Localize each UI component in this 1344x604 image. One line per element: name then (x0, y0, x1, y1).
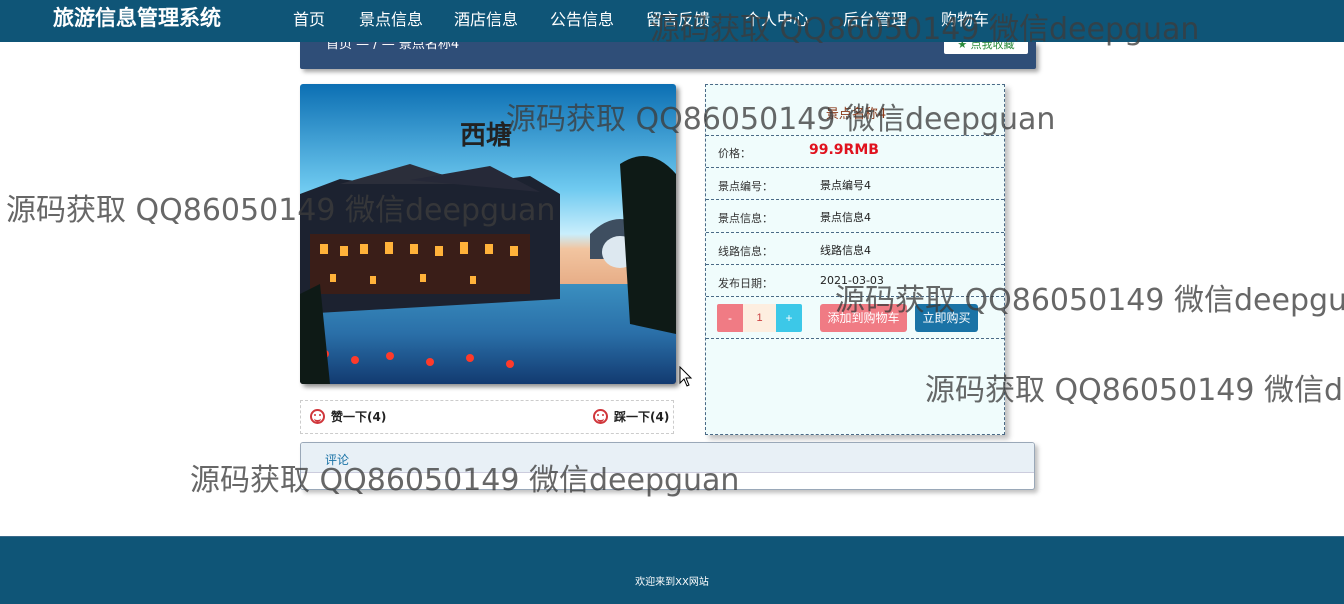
top-nav: 旅游信息管理系统 首页 景点信息 酒店信息 公告信息 留言反馈 个人中心 后台管… (0, 0, 1344, 42)
dislike-label: 踩一下(4) (614, 410, 670, 424)
quantity-increment-button[interactable]: + (776, 304, 802, 332)
like-label: 赞一下(4) (331, 410, 387, 424)
price-value: 99.9RMB (809, 142, 879, 158)
attraction-photo: 西塘 (300, 84, 676, 384)
nav-item-notices[interactable]: 公告信息 (550, 6, 614, 30)
nav-item-admin[interactable]: 后台管理 (843, 6, 907, 30)
nav-item-cart[interactable]: 购物车 (941, 6, 989, 30)
like-button[interactable]: 赞一下(4) (310, 408, 386, 425)
nav-item-feedback[interactable]: 留言反馈 (646, 6, 710, 30)
smile-icon (310, 409, 325, 424)
add-to-cart-button[interactable]: 添加到购物车 (820, 304, 907, 332)
breadcrumb-text: 首页 — / — 景点名称4 (326, 42, 460, 52)
panel-divider (706, 338, 1004, 339)
info-row-date: 发布日期： 2021-03-03 (706, 264, 1004, 296)
tab-comments[interactable]: 评论 (325, 451, 349, 468)
mouse-cursor-icon (679, 366, 693, 387)
site-brand[interactable]: 旅游信息管理系统 (53, 2, 221, 32)
smile-icon (593, 409, 608, 424)
attraction-title: 景点名称4 (825, 107, 887, 122)
info-row-info: 景点信息： 景点信息4 (706, 199, 1004, 232)
info-value: 2021-03-03 (820, 274, 884, 287)
info-label: 景点信息： (718, 212, 773, 225)
nav-item-home[interactable]: 首页 (293, 6, 325, 30)
quantity-decrement-button[interactable]: - (717, 304, 743, 332)
info-label: 发布日期： (718, 277, 773, 290)
info-label: 景点编号： (718, 180, 773, 193)
price-label: 价格： (718, 147, 751, 160)
dislike-button[interactable]: 踩一下(4) (593, 408, 669, 425)
quantity-input[interactable] (743, 304, 776, 332)
nav-item-profile[interactable]: 个人中心 (745, 6, 809, 30)
info-row-route: 线路信息： 线路信息4 (706, 232, 1004, 264)
breadcrumb: 首页 — / — 景点名称4 ★ 点我收藏 (300, 42, 1036, 69)
comments-panel: 评论 (300, 442, 1035, 490)
like-bar: 赞一下(4) 踩一下(4) (300, 400, 674, 434)
buy-now-button[interactable]: 立即购买 (915, 304, 978, 332)
photo-watermark-text: 西塘 (460, 120, 512, 151)
price-row: 价格： 99.9RMB (706, 135, 1004, 167)
info-value: 线路信息4 (820, 244, 871, 257)
favorite-button[interactable]: ★ 点我收藏 (944, 42, 1028, 54)
info-value: 景点编号4 (820, 179, 871, 192)
footer-text: 欢迎来到XX网站 (635, 577, 709, 588)
info-row-code: 景点编号： 景点编号4 (706, 167, 1004, 199)
nav-item-hotels[interactable]: 酒店信息 (454, 6, 518, 30)
comments-header: 评论 (301, 443, 1034, 473)
footer: 欢迎来到XX网站 (0, 536, 1344, 604)
nav-item-attractions[interactable]: 景点信息 (359, 6, 423, 30)
attraction-info-panel: 景点名称4 价格： 99.9RMB 景点编号： 景点编号4 景点信息： 景点信息… (705, 84, 1005, 435)
info-value: 景点信息4 (820, 211, 871, 224)
info-label: 线路信息： (718, 245, 773, 258)
attraction-image: 西塘 (300, 84, 676, 384)
